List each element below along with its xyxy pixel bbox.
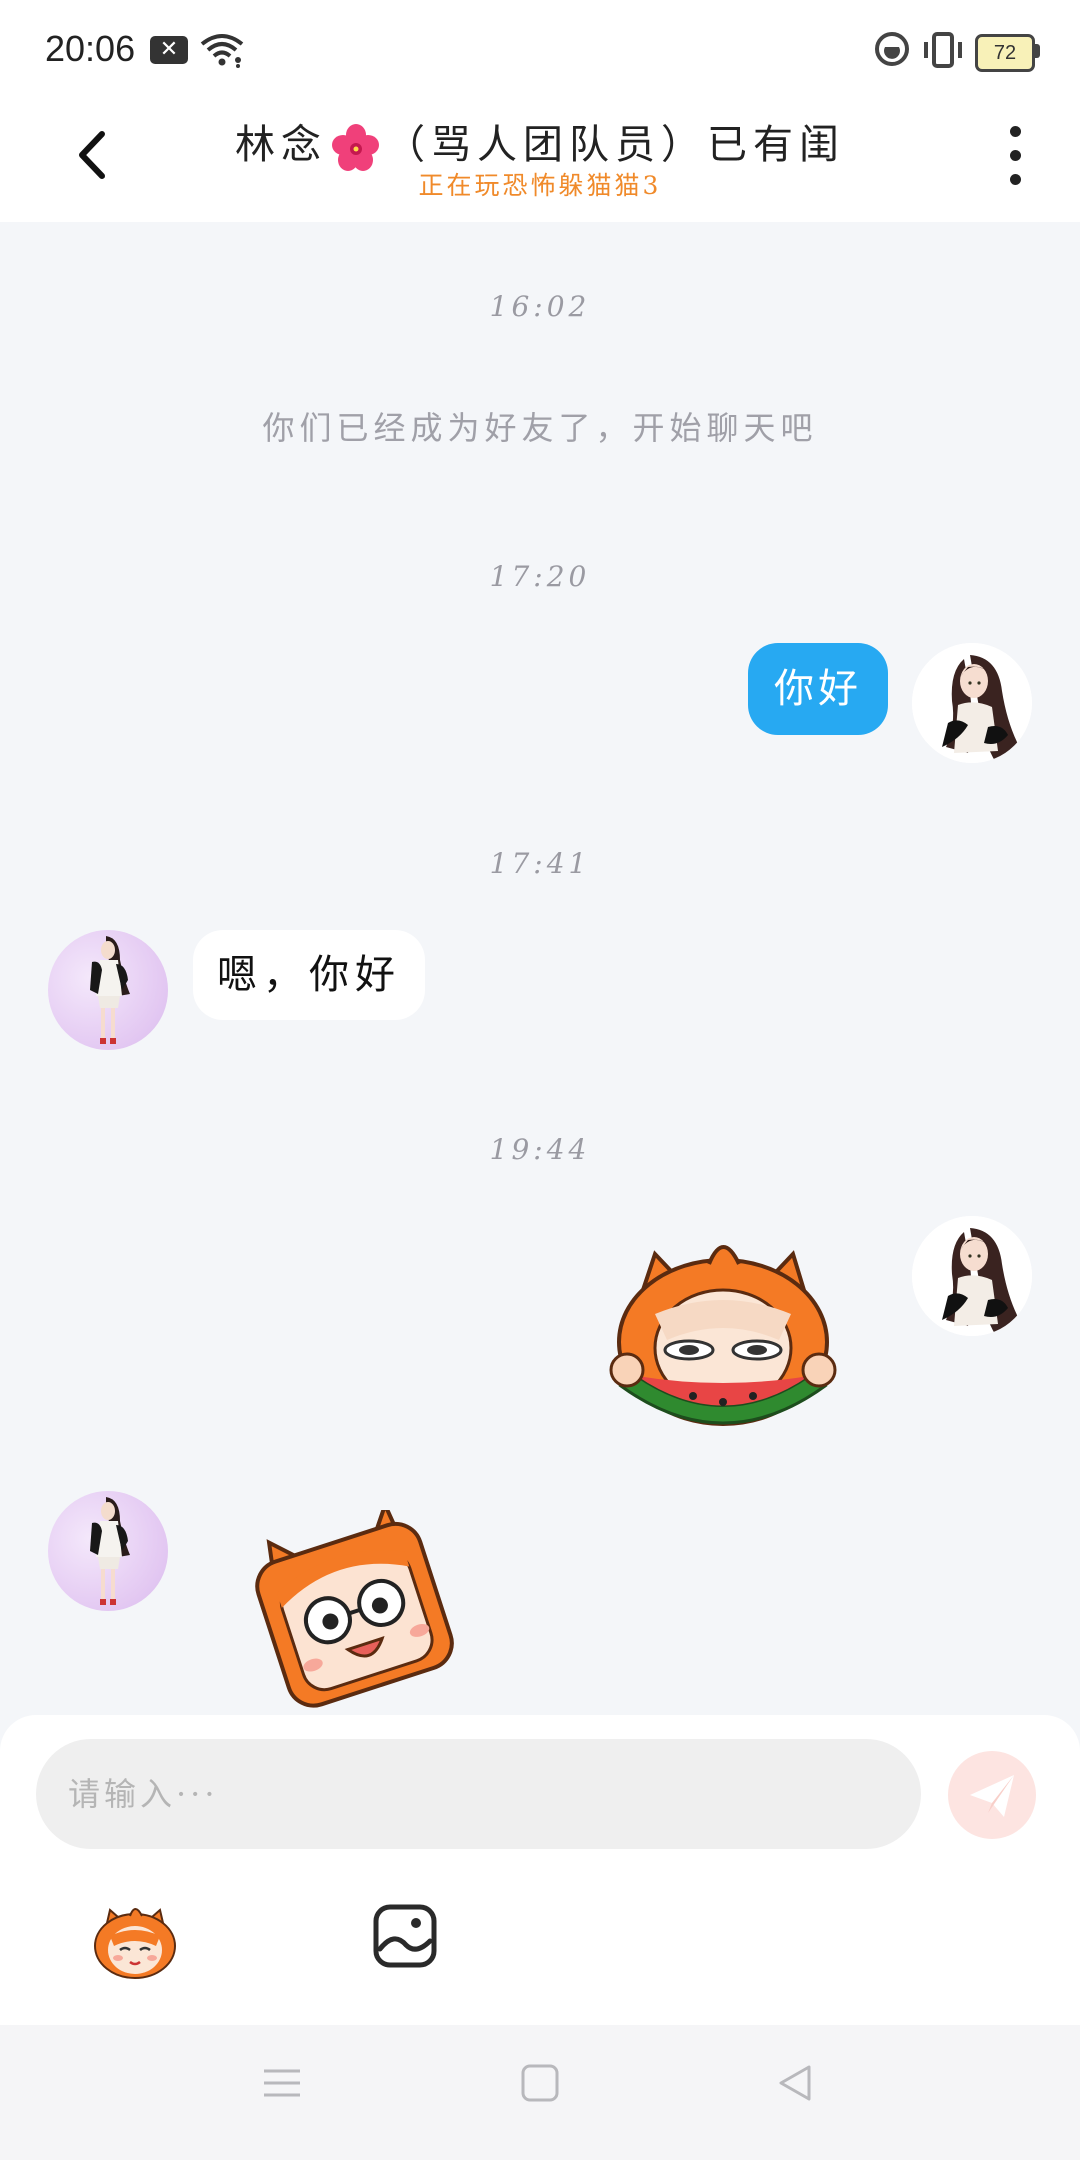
contact-sticker-surprised[interactable] xyxy=(248,1510,458,1710)
my-sticker-watermelon[interactable] xyxy=(603,1230,843,1450)
chat-screen: 20:06 ✕ 72 林念 （骂人团队员）已有闺 正在玩恐怖躲猫猫3 16:02… xyxy=(0,0,1080,2160)
send-icon xyxy=(970,1775,1014,1817)
send-button[interactable] xyxy=(948,1751,1036,1839)
system-nav-bar xyxy=(0,2025,1080,2160)
timestamp: 17:41 xyxy=(489,847,591,880)
message-input[interactable] xyxy=(36,1739,921,1849)
my-message-bubble[interactable]: 你好 xyxy=(748,643,888,735)
image-picker-button[interactable] xyxy=(372,1903,438,1969)
more-options-button[interactable] xyxy=(990,126,1040,186)
chat-title: 林念 （骂人团队员）已有闺 xyxy=(200,112,880,173)
my-avatar[interactable] xyxy=(912,643,1032,763)
timestamp: 19:44 xyxy=(489,1133,591,1166)
more-dot-icon xyxy=(1010,174,1021,185)
notification-x-icon: ✕ xyxy=(150,36,188,64)
home-nav-icon[interactable] xyxy=(520,2063,560,2103)
status-time: 20:06 xyxy=(45,28,136,69)
composer-panel xyxy=(0,1715,1080,2025)
my-avatar[interactable] xyxy=(912,1216,1032,1336)
contact-avatar-image xyxy=(90,936,130,1044)
contact-message-bubble[interactable]: 嗯，你好 xyxy=(193,930,425,1020)
timestamp: 17:20 xyxy=(489,560,591,593)
vibrate-icon xyxy=(924,32,962,68)
my-avatar-image xyxy=(912,643,1032,763)
chat-header: 林念 （骂人团队员）已有闺 正在玩恐怖躲猫猫3 xyxy=(0,98,1080,222)
contact-avatar[interactable] xyxy=(48,930,168,1050)
contact-title-suffix: （骂人团队员）已有闺 xyxy=(385,122,845,168)
system-message: 你们已经成为好友了，开始聊天吧 xyxy=(262,409,818,447)
timestamp: 16:02 xyxy=(489,290,591,323)
menu-nav-icon[interactable] xyxy=(262,2063,302,2103)
back-nav-icon[interactable] xyxy=(775,2063,815,2103)
contact-status: 正在玩恐怖躲猫猫3 xyxy=(418,171,662,200)
back-button[interactable] xyxy=(60,120,130,190)
battery-tip xyxy=(1035,44,1040,58)
my-avatar-image xyxy=(912,1216,1032,1336)
status-bar: 20:06 ✕ 72 xyxy=(0,0,1080,98)
do-not-disturb-icon xyxy=(875,32,909,66)
contact-avatar[interactable] xyxy=(48,1491,168,1611)
contact-avatar-image xyxy=(90,1497,130,1605)
sticker-emoji-button[interactable] xyxy=(92,1900,178,1980)
more-dot-icon xyxy=(1010,150,1021,161)
wifi-icon xyxy=(200,34,244,68)
contact-name: 林念 xyxy=(235,122,327,168)
battery-indicator: 72 xyxy=(975,34,1035,72)
more-dot-icon xyxy=(1010,126,1021,137)
